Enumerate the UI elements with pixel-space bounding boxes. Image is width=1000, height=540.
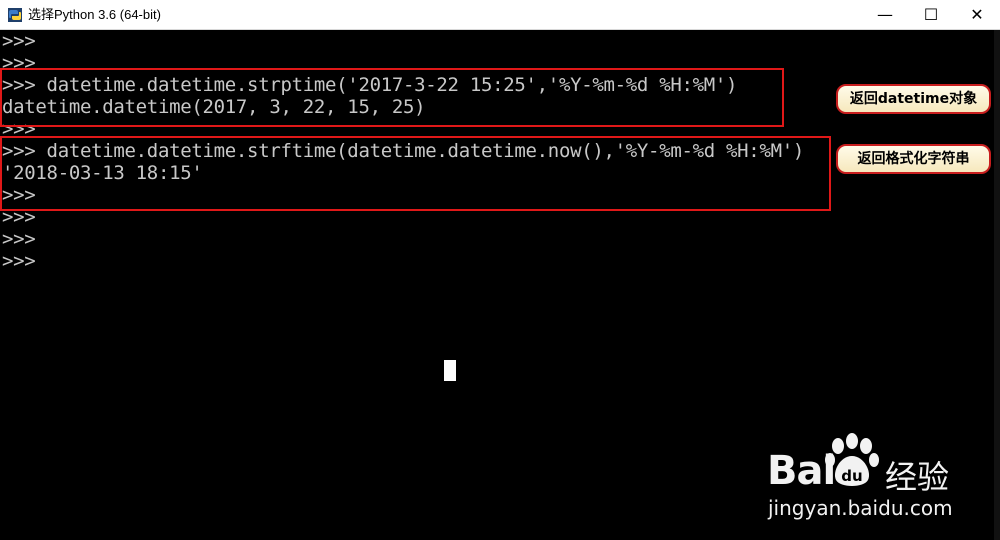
watermark-jingyan: 经验 bbox=[885, 458, 950, 496]
watermark-brand: Bai bbox=[767, 448, 836, 494]
title-bar[interactable]: 选择Python 3.6 (64-bit) — ☐ ✕ bbox=[0, 0, 1000, 30]
python-console-window: 选择Python 3.6 (64-bit) — ☐ ✕ >>> >>> >>> … bbox=[0, 0, 1000, 540]
highlight-box-strptime bbox=[0, 68, 784, 127]
watermark-url: jingyan.baidu.com bbox=[768, 496, 953, 520]
console-line: >>> bbox=[2, 250, 36, 272]
annotation-callout-datetime: 返回datetime对象 bbox=[836, 84, 991, 114]
console-line: >>> bbox=[2, 30, 36, 52]
minimize-button[interactable]: — bbox=[862, 0, 908, 30]
annotation-callout-string: 返回格式化字符串 bbox=[836, 144, 991, 174]
console-scrollbar[interactable] bbox=[994, 30, 1000, 540]
svg-text:du: du bbox=[841, 467, 862, 485]
highlight-box-strftime bbox=[0, 136, 831, 211]
close-button[interactable]: ✕ bbox=[954, 0, 1000, 30]
window-title: 选择Python 3.6 (64-bit) bbox=[28, 7, 161, 22]
console-line: >>> bbox=[2, 228, 36, 250]
text-cursor bbox=[444, 360, 456, 381]
maximize-button[interactable]: ☐ bbox=[908, 0, 954, 30]
python-app-icon bbox=[8, 8, 22, 22]
